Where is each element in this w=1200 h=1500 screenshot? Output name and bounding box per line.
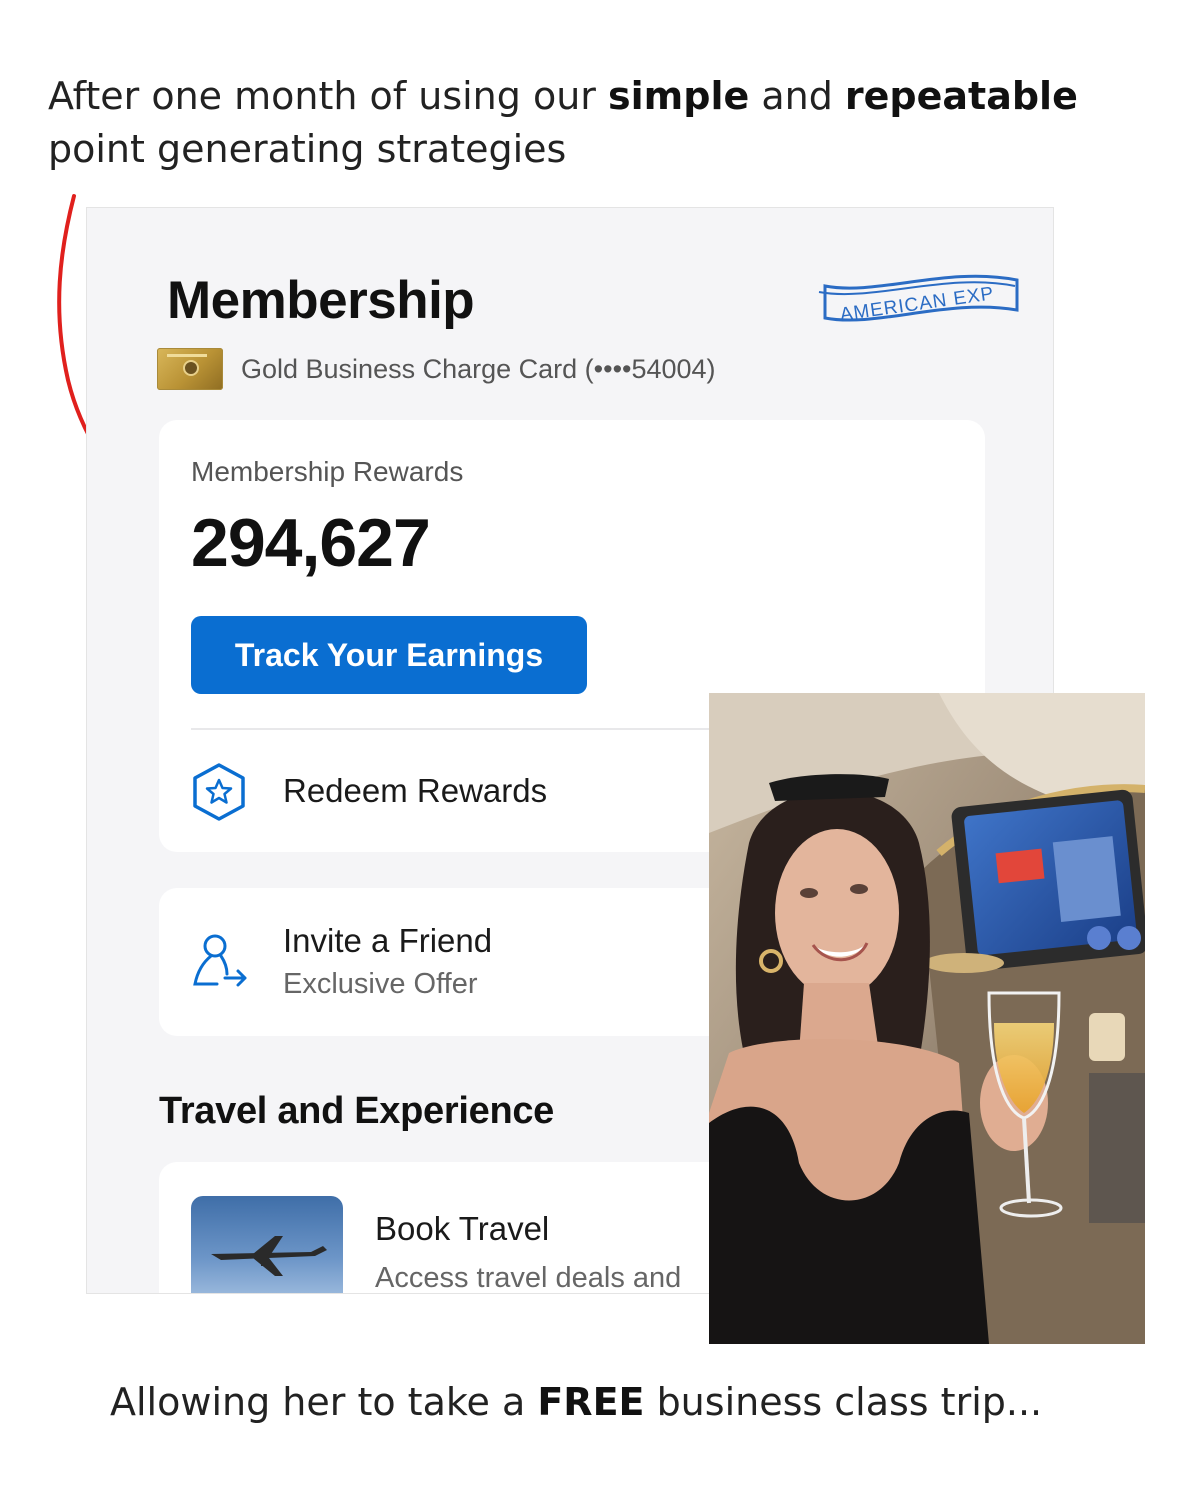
caption-text: After one month of using our (48, 74, 608, 118)
redeem-rewards-link[interactable]: Redeem Rewards (283, 772, 547, 810)
caption-bold-repeatable: repeatable (844, 74, 1078, 118)
rewards-label: Membership Rewards (191, 456, 464, 487)
caption-text: and (749, 74, 845, 118)
book-travel-title: Book Travel (375, 1210, 550, 1247)
bottom-caption: Allowing her to take a FREE business cla… (110, 1380, 1042, 1424)
caption-text: business class trip... (644, 1380, 1043, 1424)
page-title: Membership (167, 271, 475, 330)
logo-text: AMERICAN EXP (839, 283, 996, 325)
caption-bold-simple: simple (608, 74, 750, 118)
caption-text: point generating strategies (48, 127, 567, 171)
person-arrow-icon (193, 934, 247, 987)
book-travel-subtitle: Access travel deals and (375, 1262, 682, 1294)
top-caption: After one month of using our simple and … (48, 70, 1178, 176)
airplane-image (191, 1196, 343, 1293)
invite-friend-title: Invite a Friend (283, 922, 493, 959)
card-selector[interactable]: Gold Business Charge Card (••••54004) (157, 348, 716, 390)
rewards-points-value: 294,627 (191, 505, 431, 581)
invite-friend-subtitle: Exclusive Offer (283, 968, 478, 1000)
gold-card-icon (157, 348, 223, 390)
card-label: Gold Business Charge Card (••••54004) (241, 353, 716, 384)
section-title: Travel and Experience (159, 1090, 555, 1132)
caption-bold-free: FREE (537, 1380, 645, 1424)
hexagon-star-icon (193, 763, 245, 821)
american-express-logo: AMERICAN EXP (818, 274, 1019, 326)
track-earnings-button[interactable]: Track Your Earnings (191, 616, 587, 694)
caption-text: Allowing her to take a (110, 1380, 538, 1424)
business-class-photo (709, 693, 1145, 1344)
